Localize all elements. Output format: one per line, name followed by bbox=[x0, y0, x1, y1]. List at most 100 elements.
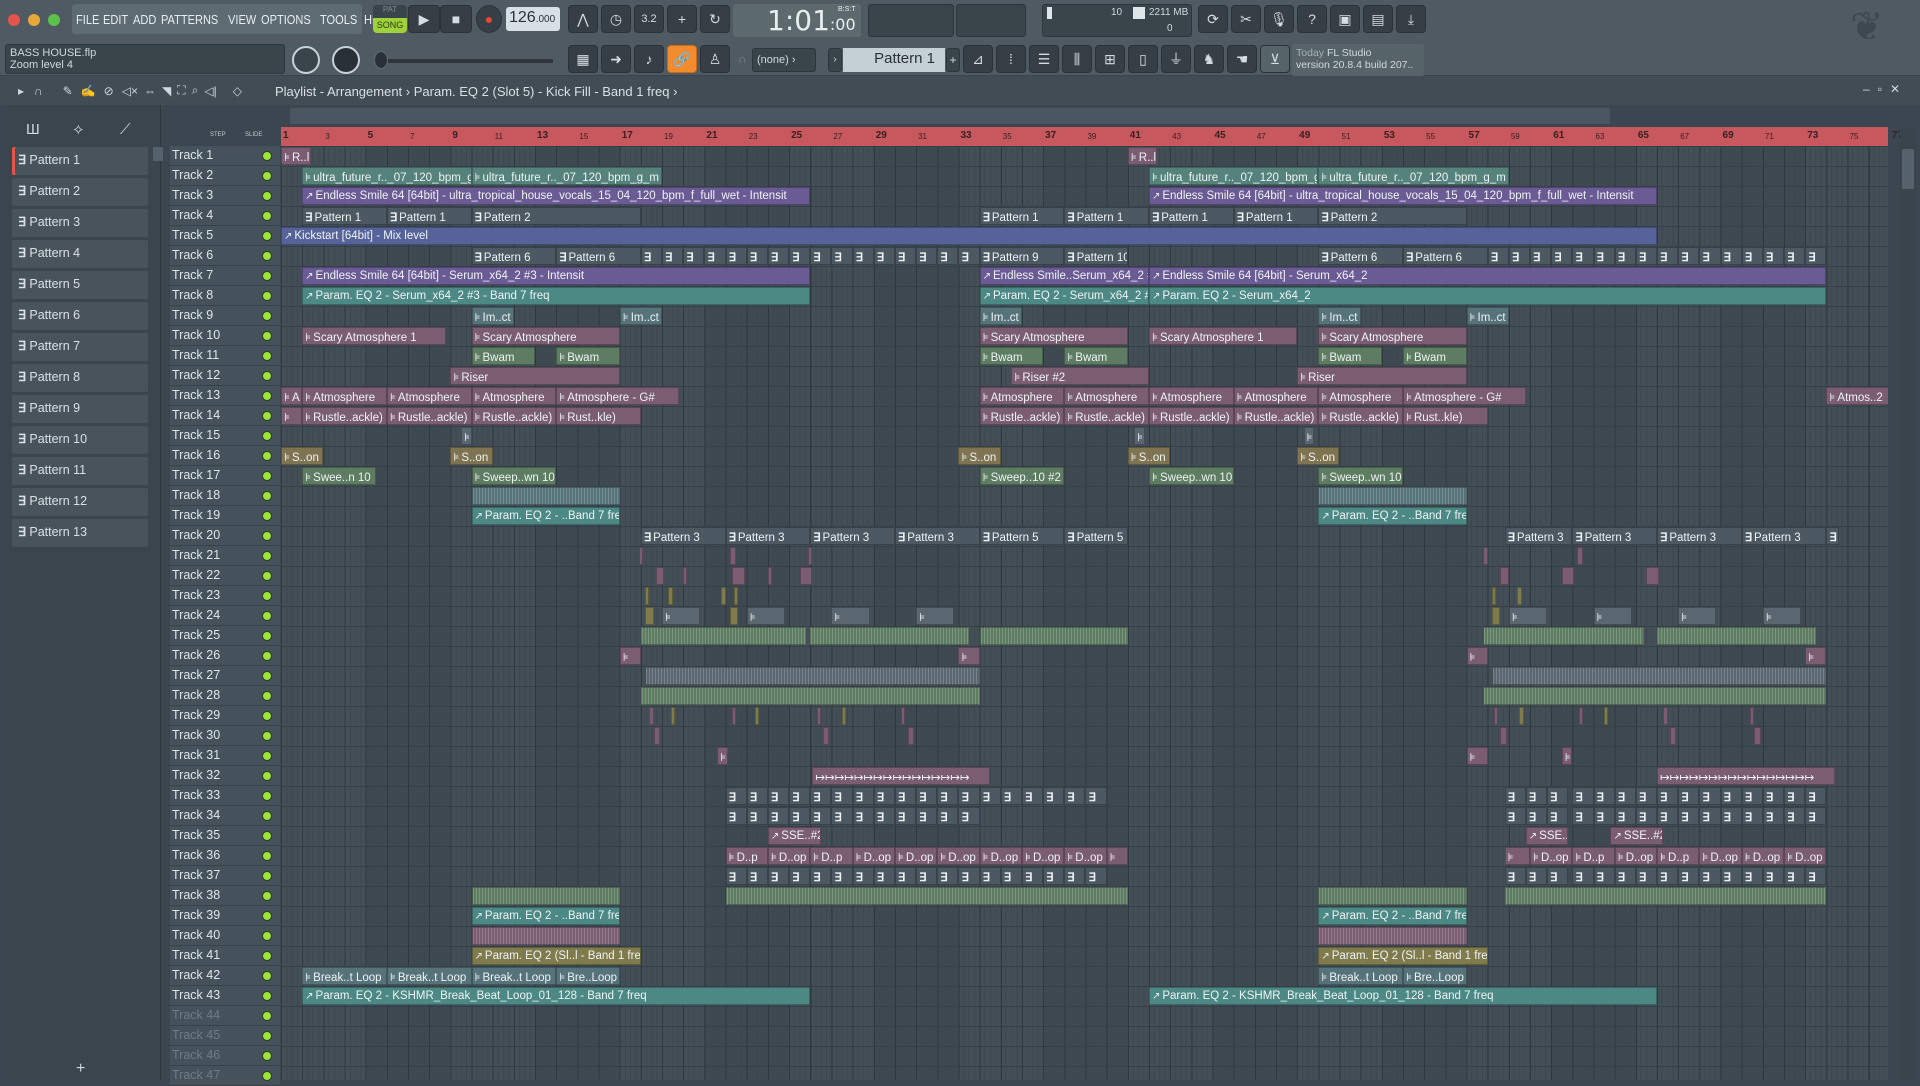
project-icon[interactable]: ▯ bbox=[1128, 45, 1158, 73]
scissors-icon[interactable]: ✂ bbox=[1231, 5, 1261, 33]
clip[interactable]: D..op bbox=[979, 847, 1022, 865]
browser-icon[interactable]: ⊞ bbox=[1095, 45, 1125, 73]
slip-icon[interactable]: ⇔ bbox=[144, 84, 156, 98]
clip[interactable]: D..p bbox=[1572, 847, 1615, 865]
track-header[interactable]: Track 36 bbox=[170, 846, 280, 866]
master-volume-knob[interactable] bbox=[292, 46, 320, 74]
track-header[interactable]: Track 35 bbox=[170, 826, 280, 846]
playlist-grid[interactable]: R..lR..lultra_future_r.._07_120_bpm_gult… bbox=[281, 146, 1888, 1080]
clip[interactable] bbox=[1483, 687, 1827, 705]
clip[interactable] bbox=[746, 247, 768, 265]
clip[interactable] bbox=[1678, 807, 1700, 825]
clip[interactable] bbox=[1593, 607, 1632, 625]
metronome-icon[interactable]: ⋀ bbox=[568, 5, 598, 33]
clip[interactable]: Bre..Loop bbox=[556, 967, 620, 985]
clip[interactable] bbox=[1805, 787, 1827, 805]
track-header[interactable]: Track 29 bbox=[170, 706, 280, 726]
clip[interactable] bbox=[746, 607, 785, 625]
clip[interactable] bbox=[937, 867, 959, 885]
clip[interactable] bbox=[1525, 787, 1547, 805]
clip[interactable] bbox=[1635, 807, 1658, 825]
magnet-icon[interactable]: ∩ bbox=[34, 84, 43, 98]
clip[interactable] bbox=[816, 707, 821, 725]
clip[interactable] bbox=[1494, 707, 1499, 725]
delete-icon[interactable]: ⊘ bbox=[104, 84, 114, 98]
pattern-item[interactable]: Pattern 6 bbox=[12, 302, 148, 330]
track-mute-led[interactable] bbox=[262, 711, 272, 721]
vertical-scrollbar[interactable] bbox=[1900, 127, 1916, 1080]
minimize-window-button[interactable] bbox=[28, 14, 40, 26]
clip[interactable] bbox=[1614, 247, 1636, 265]
clip[interactable]: Sweep..wn 10 bbox=[471, 467, 557, 485]
countdown-icon[interactable]: 3.2 bbox=[634, 5, 664, 33]
pattern-prev-button[interactable]: › bbox=[828, 48, 842, 72]
track-mute-led[interactable] bbox=[262, 751, 272, 761]
close-window-button[interactable] bbox=[8, 14, 20, 26]
track-header[interactable]: Track 42 bbox=[170, 966, 280, 986]
window-controls-icon[interactable]: ‒▫✕ bbox=[1863, 82, 1908, 96]
stop-button[interactable]: ■ bbox=[440, 5, 472, 33]
track-mute-led[interactable] bbox=[262, 551, 272, 561]
clip[interactable]: R..l bbox=[1127, 147, 1158, 165]
clip[interactable] bbox=[852, 867, 874, 885]
clip[interactable]: Param. EQ 2 (Sl..l - Band 1 freq bbox=[471, 947, 641, 965]
clip[interactable]: Rustle..ackle) bbox=[386, 407, 472, 425]
track-mute-led[interactable] bbox=[262, 571, 272, 581]
slice-icon[interactable]: ◥ bbox=[162, 84, 171, 98]
clip[interactable] bbox=[1699, 247, 1721, 265]
clip[interactable] bbox=[1784, 247, 1806, 265]
track-header[interactable]: Track 25 bbox=[170, 626, 280, 646]
clip[interactable] bbox=[1741, 867, 1763, 885]
clip[interactable]: Im..ct bbox=[979, 307, 1022, 325]
track-mute-led[interactable] bbox=[262, 691, 272, 701]
link-icon[interactable]: 🔗 bbox=[667, 45, 697, 73]
clip[interactable] bbox=[789, 867, 811, 885]
clip[interactable]: Rustle..ackle) bbox=[1148, 407, 1234, 425]
clip[interactable]: Scary Atmosphere 1 bbox=[1148, 327, 1298, 345]
clip[interactable]: D..p bbox=[725, 847, 768, 865]
clip[interactable] bbox=[1614, 787, 1636, 805]
clip[interactable]: D..op bbox=[1021, 847, 1065, 865]
pattern-item[interactable]: Pattern 13 bbox=[12, 519, 148, 547]
clip[interactable]: D..op bbox=[1530, 847, 1573, 865]
clip[interactable] bbox=[1678, 247, 1700, 265]
clip[interactable]: Param. EQ 2 - Serum_x64_2 #3 - Band 7 fr… bbox=[302, 287, 811, 305]
clip[interactable] bbox=[916, 247, 938, 265]
track-header[interactable]: Track 30 bbox=[170, 726, 280, 746]
menu-view[interactable]: VIEW bbox=[228, 12, 256, 27]
clip[interactable] bbox=[789, 247, 811, 265]
clip[interactable]: Pattern 5 bbox=[979, 527, 1065, 545]
clip[interactable] bbox=[894, 807, 917, 825]
clip[interactable] bbox=[767, 867, 790, 885]
picker-scrollbar[interactable] bbox=[153, 147, 163, 161]
clip[interactable]: Pattern 1 bbox=[302, 207, 387, 225]
clip[interactable] bbox=[1593, 787, 1615, 805]
clip[interactable] bbox=[1741, 247, 1763, 265]
clip[interactable] bbox=[1699, 867, 1721, 885]
clip[interactable]: Bre..Loop bbox=[1403, 967, 1467, 985]
clip[interactable] bbox=[1021, 787, 1044, 805]
clip[interactable]: Pattern 1 bbox=[1233, 207, 1319, 225]
track-header[interactable]: Track 23 bbox=[170, 586, 280, 606]
clip[interactable]: D..op bbox=[1064, 847, 1107, 865]
clip[interactable] bbox=[1504, 887, 1827, 905]
track-mute-led[interactable] bbox=[262, 731, 272, 741]
clip[interactable] bbox=[1635, 787, 1658, 805]
clip[interactable] bbox=[852, 247, 874, 265]
clip[interactable]: D..op bbox=[1614, 847, 1658, 865]
clip[interactable] bbox=[1504, 847, 1531, 865]
clip[interactable] bbox=[1508, 607, 1547, 625]
clip[interactable]: Rustle..ackle) bbox=[471, 407, 557, 425]
clip[interactable] bbox=[937, 807, 959, 825]
clip[interactable] bbox=[1784, 807, 1806, 825]
pattern-item[interactable]: Pattern 3 bbox=[12, 209, 148, 237]
clip[interactable] bbox=[831, 787, 853, 805]
clip[interactable]: ↦↦↦↦↦↦↦↦↦↦↦↦↦↦↦↦ bbox=[1657, 767, 1835, 785]
clip[interactable] bbox=[1504, 867, 1526, 885]
track-mute-led[interactable] bbox=[262, 1011, 272, 1021]
clip[interactable]: Atmosphere bbox=[302, 387, 387, 405]
track-mute-led[interactable] bbox=[262, 931, 272, 941]
clip[interactable]: Pattern 6 bbox=[556, 247, 641, 265]
clip[interactable] bbox=[1762, 607, 1801, 625]
clip[interactable] bbox=[1504, 787, 1526, 805]
